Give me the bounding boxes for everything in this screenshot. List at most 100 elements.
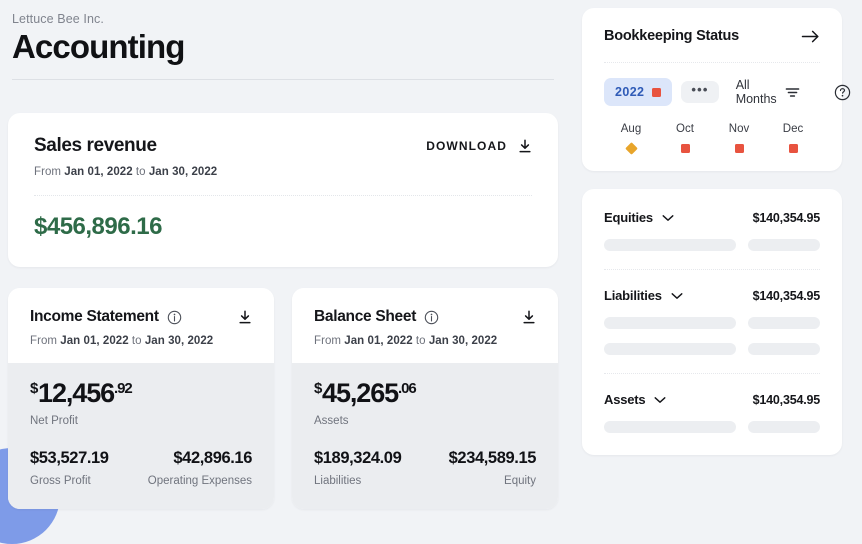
sales-revenue-divider: [34, 195, 532, 196]
income-statement-header: Income Statement From Jan 01, 2022 to Ja…: [8, 288, 274, 363]
account-header: Assets $140,354.95: [604, 392, 820, 407]
range-prefix: From: [30, 335, 61, 347]
main-column: Lettuce Bee Inc. Accounting Sales revenu…: [0, 8, 566, 536]
sidebar: Bookkeeping Status 2022 ••• All Months A…: [566, 8, 862, 536]
assets-caption: Assets: [314, 415, 349, 427]
amount-whole: 12,456: [38, 378, 115, 408]
month-item-oct[interactable]: Oct: [658, 123, 712, 153]
skeleton-bar-narrow: [748, 343, 820, 355]
income-statement-body: $12,456.92 Net Profit $53,527.19 Gross P…: [8, 363, 274, 509]
equity-caption: Equity: [504, 475, 536, 487]
arrow-right-icon[interactable]: [801, 29, 820, 44]
month-label: Aug: [620, 123, 642, 135]
income-statement-header-top: Income Statement: [30, 308, 252, 326]
bookkeeping-divider: [604, 62, 820, 63]
range-end: Jan 30, 2022: [428, 335, 498, 347]
range-prefix: From: [314, 335, 345, 347]
account-section-equities: Equities $140,354.95: [604, 210, 820, 251]
balance-sheet-body: $45,265.06 Assets $189,324.09 Liabilitie…: [292, 363, 558, 509]
account-label: Equities: [604, 210, 653, 225]
account-toggle-liabilities[interactable]: Liabilities: [604, 288, 683, 303]
liabilities-caption: Liabilities: [314, 475, 362, 487]
year-filter-chip[interactable]: 2022: [604, 78, 673, 106]
account-amount: $140,354.95: [752, 392, 821, 407]
balance-sheet-title-wrap: Balance Sheet: [314, 308, 439, 326]
range-end: Jan 30, 2022: [148, 166, 218, 178]
month-item-nov[interactable]: Nov: [712, 123, 766, 153]
balance-sheet-card: Balance Sheet From Jan 01, 2022 to Jan 3…: [292, 288, 558, 509]
gross-profit-value: $53,527.19: [30, 449, 109, 467]
range-start: Jan 01, 2022: [344, 335, 413, 347]
currency-symbol: $: [30, 380, 39, 397]
account-amount: $140,354.95: [752, 288, 821, 303]
range-start: Jan 01, 2022: [64, 166, 133, 178]
month-item-dec[interactable]: Dec: [766, 123, 820, 153]
balance-sheet-title: Balance Sheet: [314, 308, 417, 325]
income-statement-download-icon[interactable]: [238, 309, 252, 325]
liabilities-cell: $189,324.09 Liabilities: [314, 449, 402, 487]
net-profit-amount: $12,456.92: [30, 380, 252, 407]
account-toggle-assets[interactable]: Assets: [604, 392, 666, 407]
liabilities-value: $189,324.09: [314, 449, 402, 467]
balance-sheet-download-icon[interactable]: [522, 309, 536, 325]
amount-whole: 45,265: [322, 378, 399, 408]
accounts-divider: [604, 373, 820, 374]
download-icon: [518, 138, 532, 154]
year-status-square-icon: [652, 87, 662, 97]
account-header: Equities $140,354.95: [604, 210, 820, 225]
net-profit-caption: Net Profit: [30, 415, 78, 427]
info-icon[interactable]: [424, 310, 439, 325]
range-end: Jan 30, 2022: [144, 335, 214, 347]
sales-revenue-header: Sales revenue DOWNLOAD: [34, 135, 532, 157]
sales-revenue-card: Sales revenue DOWNLOAD From Jan 01, 2022…: [8, 113, 558, 267]
amount-cents: .06: [398, 380, 417, 397]
more-options-button[interactable]: •••: [681, 81, 719, 103]
range-start: Jan 01, 2022: [60, 335, 129, 347]
download-button[interactable]: DOWNLOAD: [426, 138, 532, 154]
account-label: Liabilities: [604, 288, 662, 303]
account-amount: $140,354.95: [752, 210, 821, 225]
equity-value: $234,589.15: [448, 449, 537, 467]
skeleton-bar-narrow: [748, 317, 820, 329]
download-label: DOWNLOAD: [426, 139, 507, 153]
bookkeeping-status-card: Bookkeeping Status 2022 ••• All Months A…: [582, 8, 850, 171]
balance-sheet-pair-row: $189,324.09 Liabilities $234,589.15 Equi…: [314, 449, 536, 487]
account-section-assets: Assets $140,354.95: [604, 392, 820, 433]
income-statement-title: Income Statement: [30, 308, 159, 325]
chevron-down-icon: [654, 396, 666, 404]
bookkeeping-status-header: Bookkeeping Status: [604, 28, 820, 44]
year-label: 2022: [615, 85, 645, 99]
skeleton-bar-wide: [604, 317, 736, 329]
month-item-aug[interactable]: Aug: [604, 123, 658, 155]
status-diamond-icon: [624, 142, 638, 155]
skeleton-bar-narrow: [748, 421, 820, 433]
account-toggle-equities[interactable]: Equities: [604, 210, 674, 225]
range-mid: to: [132, 166, 149, 178]
info-icon[interactable]: [167, 310, 182, 325]
status-square-icon: [788, 144, 798, 153]
header-divider: [12, 79, 554, 80]
bookkeeping-controls: 2022 ••• All Months: [604, 78, 850, 106]
amount-cents: .92: [114, 380, 133, 397]
income-statement-date-range: From Jan 01, 2022 to Jan 30, 2022: [30, 335, 252, 347]
range-mid: to: [412, 335, 429, 347]
skeleton-bar-wide: [604, 343, 736, 355]
accounts-card: Equities $140,354.95 Liabilities $140,35…: [582, 189, 842, 455]
month-label: Nov: [728, 123, 750, 135]
filter-icon: [785, 86, 800, 99]
assets-amount: $45,265.06: [314, 380, 536, 407]
chevron-down-icon: [671, 292, 683, 300]
currency-symbol: $: [314, 380, 323, 397]
income-statement-pair-row: $53,527.19 Gross Profit $42,896.16 Opera…: [30, 449, 252, 487]
skeleton-bar-wide: [604, 421, 736, 433]
months-filter[interactable]: All Months: [736, 78, 800, 106]
sales-revenue-amount: $456,896.16: [34, 213, 162, 240]
skeleton-row: [604, 421, 820, 433]
sales-revenue-date-range: From Jan 01, 2022 to Jan 30, 2022: [34, 166, 532, 178]
statement-cards-row: Income Statement From Jan 01, 2022 to Ja…: [8, 288, 558, 509]
skeleton-row: [604, 239, 820, 251]
skeleton-bar-wide: [604, 239, 736, 251]
sales-revenue-title: Sales revenue: [34, 135, 157, 156]
balance-sheet-header-top: Balance Sheet: [314, 308, 536, 326]
help-icon[interactable]: [834, 84, 851, 101]
